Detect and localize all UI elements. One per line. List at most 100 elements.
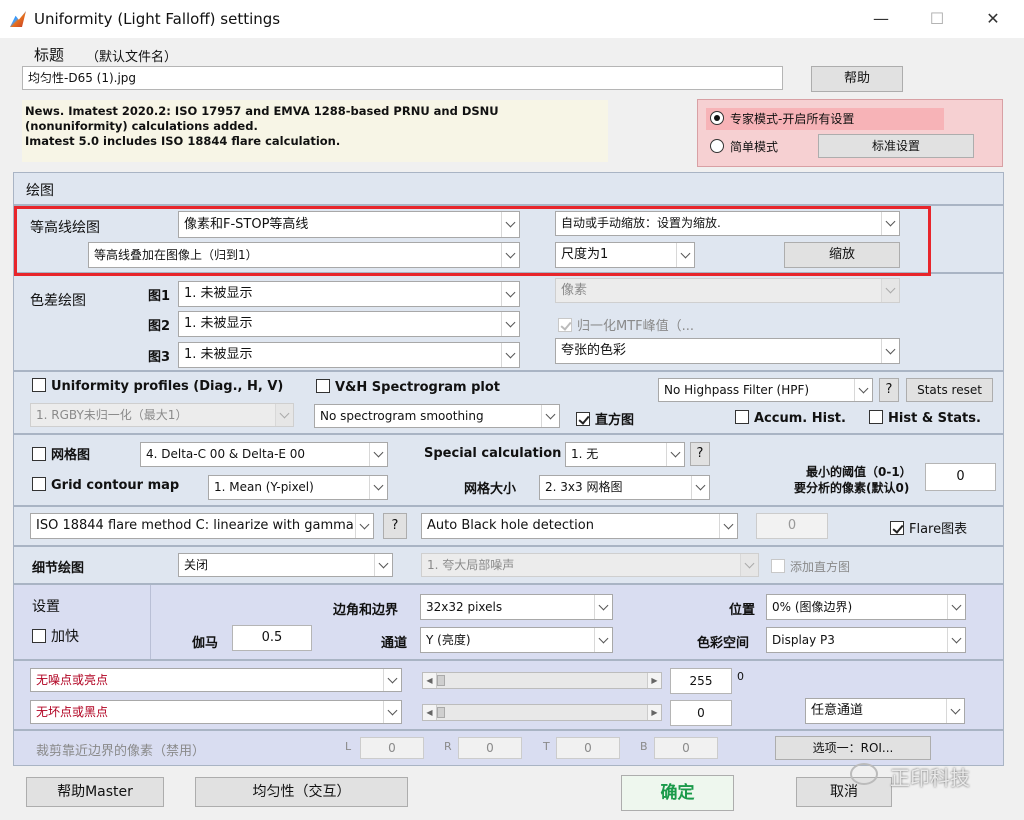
checkbox-icon [32, 629, 46, 643]
histogram-checkbox[interactable]: 直方图 [576, 409, 634, 428]
roi-button[interactable]: 选项一：ROI... [775, 736, 931, 760]
special-help-button[interactable]: ? [690, 442, 710, 466]
spectrogram-checkbox[interactable]: V&H Spectrogram plot [316, 379, 500, 395]
flare-help-button[interactable]: ? [383, 513, 407, 539]
minimize-button[interactable]: — [866, 8, 896, 30]
grid-contour-checkbox[interactable]: Grid contour map [32, 477, 179, 493]
slider-thumb[interactable] [437, 675, 445, 686]
position-value: 0% (图像边界) [772, 600, 852, 614]
expert-mode-radio[interactable]: 专家模式-开启所有设置 [706, 108, 944, 130]
pixel-channel-value: 任意通道 [811, 703, 863, 718]
chevron-down-icon [369, 443, 387, 466]
fig1-select[interactable]: 1. 未被显示 [178, 281, 520, 307]
flare-chart-checkbox[interactable]: Flare图表 [890, 518, 967, 537]
noise-value: 1. 夸大局部噪声 [427, 558, 514, 572]
crop-left-input[interactable]: 0 [360, 737, 424, 759]
checkbox-icon [890, 521, 904, 535]
grid-plot-checkbox[interactable]: 网格图 [32, 444, 90, 463]
hot-pixel-input[interactable]: 255 [670, 668, 732, 694]
black-hole-select[interactable]: Auto Black hole detection [421, 513, 738, 539]
dead-pixel-select[interactable]: 无坏点或黑点 [30, 700, 402, 724]
add-histogram-label: 添加直方图 [790, 560, 850, 574]
fig2-value: 1. 未被显示 [184, 316, 253, 331]
hot-pixel-value: 无噪点或亮点 [36, 673, 108, 687]
noise-select[interactable]: 1. 夸大局部噪声 [421, 553, 759, 577]
special-calc-select[interactable]: 1. 无 [565, 442, 685, 467]
ok-button[interactable]: 确定 [621, 775, 734, 811]
filename-input[interactable]: 均匀性-D65 (1).jpg [22, 66, 783, 90]
chevron-down-icon [881, 279, 899, 302]
add-histogram-checkbox[interactable]: 添加直方图 [771, 558, 850, 575]
expert-mode-label: 专家模式-开启所有设置 [730, 112, 854, 126]
smoothing-select[interactable]: No spectrogram smoothing [314, 404, 560, 428]
channel-label: 通道 [381, 632, 407, 651]
hpf-help-button[interactable]: ? [879, 378, 899, 402]
arrow-left-icon: ◀ [423, 705, 437, 720]
speedup-label: 加快 [51, 629, 79, 645]
channel-value: Y (亮度) [426, 633, 471, 647]
delta-select[interactable]: 4. Delta-C 00 & Delta-E 00 [140, 442, 388, 467]
colorspace-value: Display P3 [772, 633, 835, 647]
detail-select[interactable]: 关闭 [178, 553, 393, 577]
min-threshold-input[interactable]: 0 [925, 463, 996, 491]
flare-method-select[interactable]: ISO 18844 flare method C: linearize with… [30, 513, 374, 539]
dead-pixel-slider[interactable]: ◀▶ [422, 704, 662, 721]
help-master-button[interactable]: 帮助Master [26, 777, 164, 807]
chevron-down-icon [691, 476, 709, 499]
window-title: Uniformity (Light Falloff) settings [34, 10, 280, 28]
grid-size-value: 2. 3x3 网格图 [545, 480, 622, 494]
help-button[interactable]: 帮助 [811, 66, 903, 92]
fig2-select[interactable]: 1. 未被显示 [178, 311, 520, 337]
hot-pixel-select[interactable]: 无噪点或亮点 [30, 668, 402, 692]
close-button[interactable]: ✕ [978, 8, 1008, 30]
chevron-down-icon [594, 595, 612, 619]
simple-mode-radio[interactable]: 简单模式 [710, 138, 778, 155]
stats-reset-button[interactable]: Stats reset [906, 378, 993, 402]
crop-top-input[interactable]: 0 [556, 737, 620, 759]
gamma-input[interactable]: 0.5 [232, 625, 312, 651]
fig3-select[interactable]: 1. 未被显示 [178, 342, 520, 368]
channel-select[interactable]: Y (亮度) [420, 627, 613, 653]
normalize-mtf-checkbox[interactable]: 归一化MTF峰值（... [558, 315, 694, 334]
accum-hist-checkbox[interactable]: Accum. Hist. [735, 410, 846, 426]
news-box: News. Imatest 2020.2: ISO 17957 and EMVA… [22, 100, 608, 162]
hist-stats-checkbox[interactable]: Hist & Stats. [869, 410, 981, 426]
matlab-icon [10, 11, 26, 27]
hpf-select[interactable]: No Highpass Filter (HPF) [658, 378, 873, 402]
corners-select[interactable]: 32x32 pixels [420, 594, 613, 620]
dead-pixel-input[interactable]: 0 [670, 700, 732, 726]
rgby-select[interactable]: 1. RGBY未归一化（最大1） [30, 403, 294, 427]
news-line-1: News. Imatest 2020.2: ISO 17957 and EMVA… [25, 104, 499, 118]
detail-plot-label: 细节绘图 [32, 557, 84, 576]
standard-settings-button[interactable]: 标准设置 [818, 134, 974, 158]
accum-hist-label: Accum. Hist. [754, 411, 846, 426]
speedup-checkbox[interactable]: 加快 [32, 626, 79, 646]
simple-mode-label: 简单模式 [730, 140, 778, 154]
mean-select[interactable]: 1. Mean (Y-pixel) [208, 475, 388, 500]
colorspace-select[interactable]: Display P3 [766, 627, 966, 653]
hist-stats-label: Hist & Stats. [888, 411, 981, 426]
position-select[interactable]: 0% (图像边界) [766, 594, 966, 620]
checkbox-icon [316, 379, 330, 393]
uniformity-profiles-checkbox[interactable]: Uniformity profiles (Diag., H, V) [32, 378, 283, 394]
histogram-label: 直方图 [595, 413, 634, 428]
slider-thumb[interactable] [437, 707, 445, 718]
crop-bottom-input[interactable]: 0 [654, 737, 718, 759]
color-select[interactable]: 夸张的色彩 [555, 338, 900, 364]
units-select[interactable]: 像素 [555, 278, 900, 303]
flare-value-input[interactable]: 0 [756, 513, 828, 539]
chevron-down-icon [541, 405, 559, 427]
uniformity-interactive-button[interactable]: 均匀性（交互） [195, 777, 408, 807]
chevron-down-icon [369, 476, 387, 499]
watermark: 正印科技 [850, 760, 1020, 790]
checkbox-icon [32, 477, 46, 491]
grid-size-select[interactable]: 2. 3x3 网格图 [539, 475, 710, 500]
maximize-button[interactable]: ☐ [922, 8, 952, 30]
arrow-right-icon: ▶ [647, 705, 661, 720]
crop-right-input[interactable]: 0 [458, 737, 522, 759]
min-threshold-label-2: 要分析的像素(默认0) [794, 479, 909, 496]
pixel-channel-select[interactable]: 任意通道 [805, 698, 965, 724]
title-hint: （默认文件名） [86, 46, 177, 65]
hot-pixel-slider[interactable]: ◀▶ [422, 672, 662, 689]
crop-right-label: R [444, 740, 452, 753]
